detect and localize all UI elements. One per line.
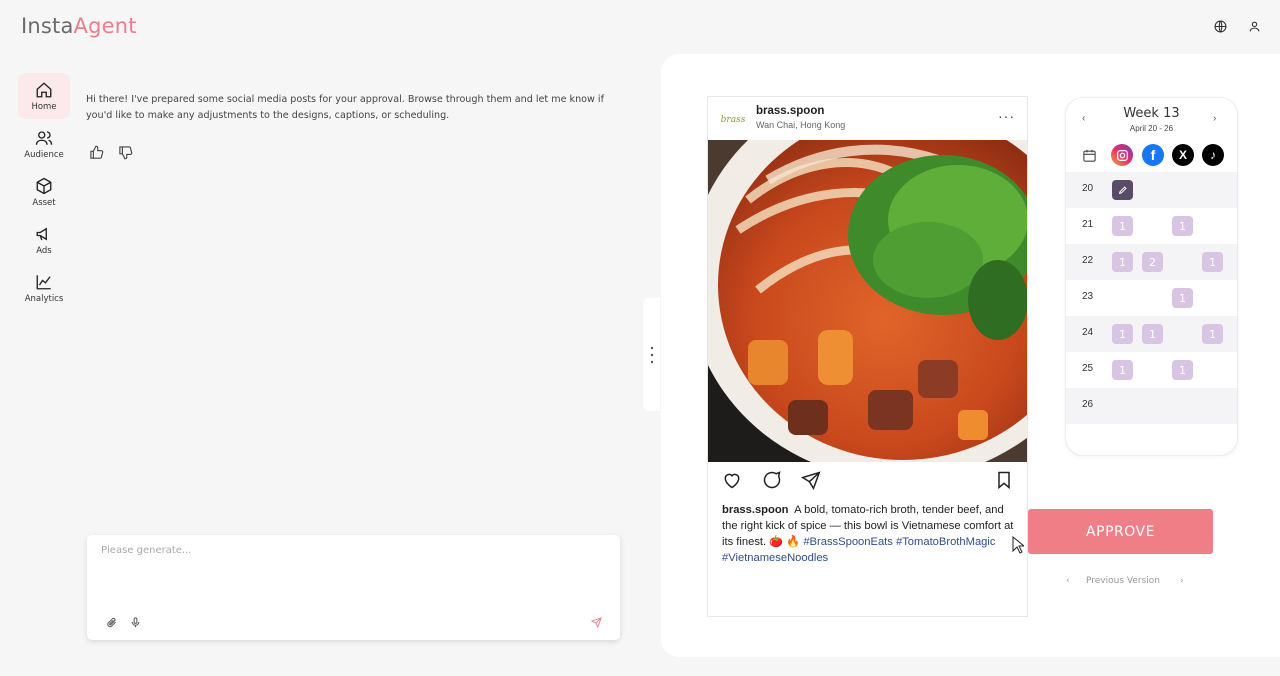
post-username[interactable]: brass.spoon [756, 105, 824, 117]
thumbs-up-icon[interactable] [89, 145, 104, 160]
calendar-day-number: 26 [1082, 399, 1094, 410]
calendar-day-row: 23 1 [1066, 280, 1237, 316]
post-actions [722, 470, 1014, 492]
calendar-date-range: April 20 - 26 [1129, 124, 1174, 133]
message-composer [87, 535, 620, 640]
sidebar: Home Audience Asset Ads Analytics [18, 73, 70, 313]
calendar-day-number: 21 [1082, 219, 1094, 230]
post-location: Wan Chai, Hong Kong [756, 120, 846, 130]
scheduled-post-count[interactable]: 1 [1112, 360, 1133, 380]
globe-icon[interactable] [1212, 18, 1228, 34]
scheduled-post-count[interactable]: 1 [1202, 252, 1223, 272]
post-preview: brass brass.spoon Wan Chai, Hong Kong ··… [707, 96, 1028, 617]
paperclip-icon[interactable] [104, 615, 118, 629]
bookmark-icon[interactable] [994, 470, 1014, 490]
calendar-week-title: Week 13 [1123, 106, 1180, 121]
sidebar-item-home[interactable]: Home [18, 73, 70, 119]
microphone-icon[interactable] [128, 615, 142, 629]
post-image [708, 140, 1027, 462]
sidebar-item-ads[interactable]: Ads [18, 217, 70, 263]
calendar-day-row: 26 [1066, 388, 1237, 424]
sidebar-item-asset[interactable]: Asset [18, 169, 70, 215]
sidebar-item-label: Audience [24, 149, 64, 160]
megaphone-icon [36, 227, 47, 240]
caption-username: brass.spoon [722, 504, 789, 516]
week-calendar: ‹ › Week 13 April 20 - 26 f X ♪ 20 21 1 1 22… [1065, 97, 1238, 456]
prev-version-icon[interactable]: ‹ [1066, 576, 1070, 586]
scheduled-post-count[interactable]: 1 [1172, 288, 1193, 308]
sidebar-item-label: Asset [32, 197, 56, 208]
sidebar-item-label: Home [31, 101, 57, 112]
sidebar-item-label: Ads [36, 245, 52, 256]
sidebar-item-analytics[interactable]: Analytics [18, 265, 70, 311]
calendar-day-number: 25 [1082, 363, 1094, 374]
scheduled-post-count[interactable]: 1 [1172, 360, 1193, 380]
message-feedback [89, 145, 133, 160]
home-icon [36, 81, 52, 97]
scheduled-post-count[interactable]: 2 [1142, 252, 1163, 272]
calendar-day-number: 23 [1082, 291, 1094, 302]
prompt-input[interactable] [101, 545, 601, 556]
facebook-icon[interactable]: f [1142, 144, 1164, 166]
box-icon [36, 177, 52, 194]
logo-part-1: Insta [21, 14, 74, 38]
panel-resize-handle[interactable] [643, 298, 660, 411]
sidebar-item-audience[interactable]: Audience [18, 121, 70, 167]
approve-button[interactable]: APPROVE [1028, 509, 1213, 554]
post-caption: brass.spoon A bold, tomato-rich broth, t… [722, 502, 1014, 566]
header-actions [1212, 18, 1262, 34]
scheduled-post-count[interactable]: 1 [1172, 216, 1193, 236]
send-icon[interactable] [589, 615, 603, 629]
pencil-icon [1118, 186, 1127, 195]
logo-part-2: Agent [73, 14, 137, 38]
post-header: brass brass.spoon Wan Chai, Hong Kong ··… [708, 97, 1027, 140]
scheduled-post-count[interactable]: 1 [1202, 324, 1223, 344]
calendar-day-row: 24 1 1 1 [1066, 316, 1237, 352]
scheduled-post-count[interactable]: 1 [1112, 324, 1133, 344]
calendar-day-row: 21 1 1 [1066, 208, 1237, 244]
previous-version-link[interactable]: Previous Version [1086, 576, 1160, 586]
calendar-icon[interactable] [1078, 144, 1100, 166]
scheduled-post-count[interactable]: 1 [1112, 252, 1133, 272]
mouse-cursor-icon [1012, 536, 1024, 554]
drag-dots-icon [650, 346, 653, 363]
scheduled-post-count[interactable]: 1 [1112, 216, 1133, 236]
calendar-day-row: 25 1 1 [1066, 352, 1237, 388]
assistant-message: Hi there! I've prepared some social medi… [86, 94, 604, 121]
tiktok-icon[interactable]: ♪ [1202, 144, 1224, 166]
chart-line-icon [36, 274, 51, 289]
calendar-day-number: 22 [1082, 255, 1094, 266]
like-icon[interactable] [722, 470, 742, 490]
calendar-day-number: 20 [1082, 183, 1094, 194]
user-icon[interactable] [1246, 18, 1262, 34]
edit-post-chip[interactable] [1112, 180, 1133, 200]
app-logo[interactable]: InstaAgent [21, 14, 137, 38]
calendar-day-row: 20 [1066, 172, 1237, 208]
x-icon[interactable]: X [1172, 144, 1194, 166]
scheduled-post-count[interactable]: 1 [1142, 324, 1163, 344]
more-options-icon[interactable]: ··· [998, 108, 1015, 124]
calendar-day-row: 22 1 2 1 [1066, 244, 1237, 280]
share-icon[interactable] [801, 470, 821, 490]
network-columns: f X ♪ [1066, 144, 1237, 168]
instagram-icon[interactable] [1111, 144, 1133, 166]
thumbs-down-icon[interactable] [118, 145, 133, 160]
version-navigation: ‹ Previous Version › [1064, 576, 1188, 588]
comment-icon[interactable] [762, 470, 782, 490]
users-icon [35, 130, 53, 145]
next-version-icon[interactable]: › [1180, 576, 1184, 586]
calendar-day-number: 24 [1082, 327, 1094, 338]
sidebar-item-label: Analytics [24, 293, 64, 304]
account-avatar: brass [720, 115, 746, 125]
